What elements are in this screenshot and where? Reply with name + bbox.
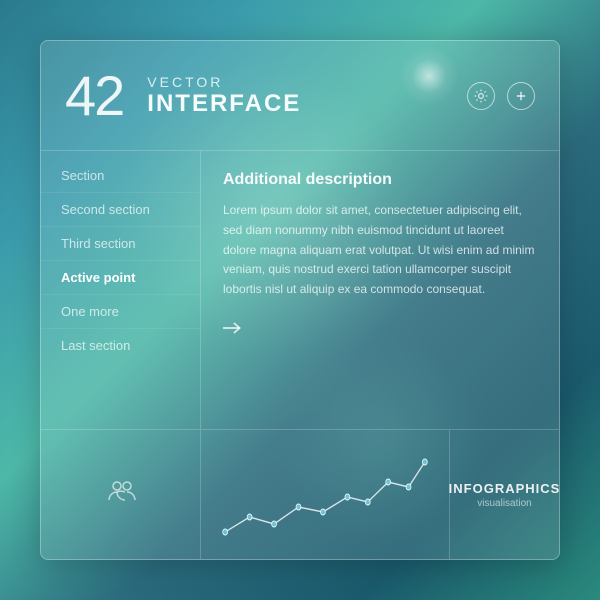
infographics-title: INFOGRAPHICS xyxy=(449,481,560,496)
sidebar-item-one-more[interactable]: One more xyxy=(41,295,200,329)
chart-svg xyxy=(217,442,433,547)
infographics-panel: INFOGRAPHICS visualisation xyxy=(449,430,559,559)
sidebar-bottom xyxy=(41,429,201,559)
person-icon xyxy=(106,476,136,513)
sidebar-item-active-point[interactable]: Active point xyxy=(41,261,200,295)
header-icons xyxy=(467,82,535,110)
add-icon[interactable] xyxy=(507,82,535,110)
main-content: Additional description Lorem ipsum dolor… xyxy=(201,151,559,429)
chart-area xyxy=(201,430,449,559)
sidebar-item-last-section[interactable]: Last section xyxy=(41,329,200,362)
sidebar-item-third-section[interactable]: Third section xyxy=(41,227,200,261)
bottom-section: INFOGRAPHICS visualisation xyxy=(201,429,559,559)
sidebar: Section Second section Third section Act… xyxy=(41,151,201,429)
header-subtitle: VECTOR xyxy=(147,74,467,90)
sidebar-item-section[interactable]: Section xyxy=(41,159,200,193)
arrow-button[interactable] xyxy=(223,316,253,340)
sidebar-item-second-section[interactable]: Second section xyxy=(41,193,200,227)
settings-icon[interactable] xyxy=(467,82,495,110)
header-title: INTERFACE xyxy=(147,90,467,118)
header-title-block: VECTOR INTERFACE xyxy=(147,74,467,118)
infographics-subtitle: visualisation xyxy=(477,498,531,509)
header: 42 VECTOR INTERFACE xyxy=(41,41,559,151)
main-card: 42 VECTOR INTERFACE Section Second secti… xyxy=(40,40,560,560)
content-text: Lorem ipsum dolor sit amet, consectetuer… xyxy=(223,201,537,300)
content-heading: Additional description xyxy=(223,171,537,189)
header-number: 42 xyxy=(65,68,123,124)
